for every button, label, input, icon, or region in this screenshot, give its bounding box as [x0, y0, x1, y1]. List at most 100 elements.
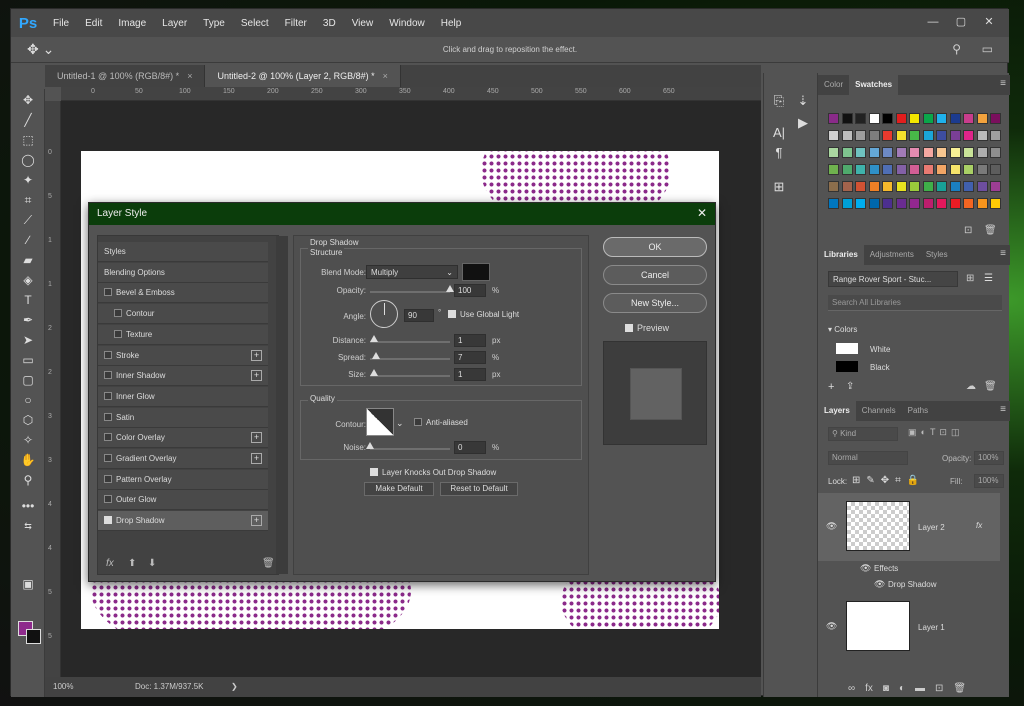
color-swatch[interactable] — [976, 113, 988, 124]
trash-icon[interactable]: 🗑 — [262, 558, 275, 569]
color-swatch[interactable] — [990, 130, 1001, 141]
eyedropper-icon[interactable]: ⟋ — [18, 211, 38, 229]
angle-input[interactable]: 90 — [404, 309, 434, 322]
menu-filter[interactable]: Filter — [277, 18, 315, 29]
color-swatch[interactable] — [828, 130, 839, 141]
fx-icon[interactable]: fx — [865, 683, 873, 694]
checkbox[interactable] — [448, 310, 456, 318]
menu-view[interactable]: View — [344, 18, 382, 29]
history-icon[interactable]: ⎘ — [768, 93, 790, 109]
color-swatch[interactable] — [841, 147, 853, 158]
color-swatch[interactable] — [855, 130, 866, 141]
paragraph-icon[interactable]: ¶ — [768, 145, 790, 160]
menu-type[interactable]: Type — [195, 18, 233, 29]
distance-input[interactable]: 1 — [454, 334, 486, 347]
color-swatch[interactable] — [868, 130, 880, 141]
lock-icons[interactable]: ⊞✎✥⌗🔒 — [852, 475, 925, 486]
color-swatch[interactable] — [895, 181, 907, 192]
opacity-slider[interactable] — [370, 291, 450, 293]
swap-colors-icon[interactable]: ⇆ — [18, 517, 38, 535]
menu-window[interactable]: Window — [381, 18, 433, 29]
color-swatch[interactable] — [868, 113, 880, 124]
visibility-eye-icon[interactable]: 👁 — [826, 521, 837, 532]
color-swatch[interactable] — [976, 181, 988, 192]
color-swatch[interactable] — [936, 130, 947, 141]
color-swatch[interactable] — [882, 147, 893, 158]
tab-paths[interactable]: Paths — [902, 401, 934, 421]
type-tool-icon[interactable]: T — [18, 291, 38, 309]
color-swatch[interactable] — [868, 164, 880, 175]
move-down-icon[interactable]: ⬇ — [148, 558, 156, 569]
use-global-light-checkbox[interactable]: Use Global Light — [448, 310, 519, 319]
color-swatch[interactable] — [963, 164, 974, 175]
color-swatch[interactable] — [882, 198, 893, 209]
ellipse-tool-icon[interactable]: ○ — [18, 391, 38, 409]
color-swatch[interactable] — [841, 198, 853, 209]
list-view-icon[interactable]: ☰ — [984, 273, 993, 284]
panel-menu-icon[interactable]: ≡ — [1000, 248, 1006, 259]
make-default-button[interactable]: Make Default — [364, 482, 434, 496]
knocks-out-checkbox[interactable]: Layer Knocks Out Drop Shadow — [370, 468, 496, 477]
color-swatch[interactable] — [868, 198, 880, 209]
drop-shadow-effect-row[interactable]: 👁 Drop Shadow — [818, 577, 1000, 593]
color-swatch[interactable] — [963, 198, 974, 209]
preview-checkbox[interactable]: Preview — [625, 323, 669, 333]
color-swatch[interactable] — [828, 181, 839, 192]
size-slider[interactable] — [370, 375, 450, 377]
style-item[interactable]: Inner Shadow + — [98, 366, 268, 387]
checkbox[interactable] — [114, 329, 122, 338]
mask-icon[interactable]: ◙ — [883, 683, 889, 694]
color-swatch[interactable] — [895, 198, 907, 209]
actions-icon[interactable]: ⇣ — [792, 93, 814, 109]
style-list-scrollbar[interactable] — [276, 236, 288, 574]
checkbox[interactable] — [625, 324, 633, 332]
line-tool-icon[interactable]: ╱ — [18, 111, 38, 129]
noise-slider[interactable] — [370, 448, 450, 450]
noise-slider-knob[interactable] — [366, 442, 374, 449]
checkbox[interactable] — [104, 371, 112, 380]
workspace-icon[interactable]: ▭ — [982, 42, 993, 56]
close-icon[interactable]: × — [383, 71, 388, 81]
status-menu-arrow[interactable]: ❯ — [231, 682, 238, 691]
color-swatch[interactable] — [909, 181, 920, 192]
color-swatch[interactable] — [855, 181, 866, 192]
color-swatch[interactable] — [990, 164, 1001, 175]
color-swatch[interactable] — [949, 113, 961, 124]
shadow-color-swatch[interactable] — [462, 263, 490, 281]
color-swatch[interactable] — [895, 113, 907, 124]
color-swatch[interactable] — [949, 130, 961, 141]
opacity-input[interactable]: 100% — [974, 451, 1004, 465]
color-swatch[interactable] — [828, 198, 839, 209]
color-swatch[interactable] — [909, 113, 920, 124]
blend-mode-select[interactable]: Normal — [828, 451, 908, 465]
minimize-button[interactable]: — — [919, 13, 947, 31]
checkbox[interactable] — [104, 474, 112, 483]
color-swatch[interactable] — [949, 147, 961, 158]
spread-slider-knob[interactable] — [371, 352, 380, 359]
color-swatch[interactable] — [936, 113, 947, 124]
layer-row-layer2[interactable]: 👁 Layer 2 fx — [818, 493, 1000, 561]
eraser-tool-icon[interactable]: ▰ — [18, 251, 38, 269]
style-item[interactable]: Pattern Overlay — [98, 469, 268, 490]
menu-image[interactable]: Image — [110, 18, 154, 29]
color-swatch[interactable] — [963, 147, 974, 158]
layer-kind-filter[interactable]: ⚲ Kind — [828, 427, 898, 441]
library-search-input[interactable]: Search All Libraries — [828, 295, 1002, 311]
style-item[interactable]: Drop Shadow + — [98, 511, 268, 532]
checkbox[interactable] — [370, 468, 378, 476]
close-icon[interactable]: × — [187, 71, 192, 81]
color-swatch[interactable] — [990, 113, 1001, 124]
color-swatch[interactable] — [936, 147, 947, 158]
background-color-swatch[interactable] — [26, 629, 41, 644]
color-swatch[interactable] — [976, 164, 988, 175]
tab-swatches[interactable]: Swatches — [849, 75, 899, 95]
adjustment-icon[interactable]: ◐ — [899, 683, 905, 694]
checkbox[interactable] — [104, 412, 112, 421]
fx-icon[interactable]: fx — [976, 521, 982, 530]
add-style-button[interactable]: + — [251, 453, 262, 464]
color-swatch[interactable] — [841, 113, 853, 124]
style-item[interactable]: Inner Glow — [98, 386, 268, 407]
menu-edit[interactable]: Edit — [77, 18, 110, 29]
menu-select[interactable]: Select — [233, 18, 277, 29]
layer-name[interactable]: Layer 2 — [918, 523, 945, 532]
